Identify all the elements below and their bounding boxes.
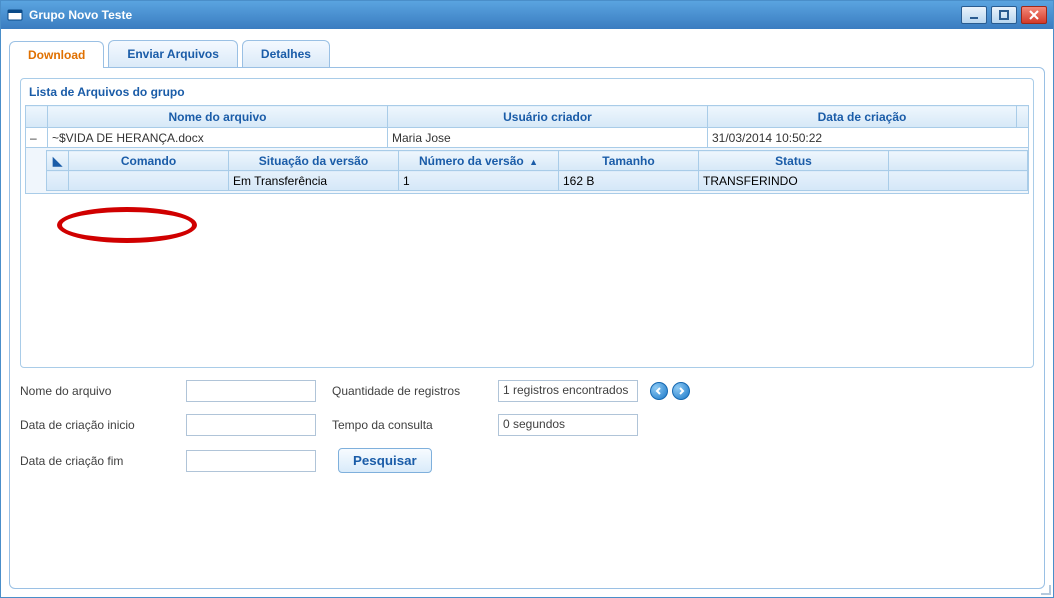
- collapse-icon[interactable]: –: [26, 128, 48, 148]
- col-spacer: [1017, 106, 1029, 128]
- cell-tamanho: 162 B: [559, 171, 699, 191]
- tab-download[interactable]: Download: [9, 41, 104, 68]
- cell-usuario: Maria Jose: [388, 128, 708, 148]
- inner-expander-cell[interactable]: [47, 171, 69, 191]
- col-data-criacao[interactable]: Data de criação: [708, 106, 1017, 128]
- resize-handle[interactable]: [1038, 582, 1052, 596]
- col-inner-spacer: [889, 151, 1028, 171]
- label-data-fim: Data de criação fim: [20, 454, 180, 468]
- pesquisar-button[interactable]: Pesquisar: [338, 448, 432, 473]
- inner-grid-wrap: ◣ Comando Situação da versão Número da v…: [25, 148, 1029, 194]
- input-nome-arquivo[interactable]: [186, 380, 316, 402]
- search-row-1: Nome do arquivo Quantidade de registros …: [20, 380, 1034, 402]
- col-status[interactable]: Status: [699, 151, 889, 171]
- col-nome-arquivo[interactable]: Nome do arquivo: [48, 106, 388, 128]
- cell-numero: 1: [399, 171, 559, 191]
- maximize-button[interactable]: [991, 6, 1017, 24]
- inner-expander-header: ◣: [47, 151, 69, 171]
- close-button[interactable]: [1021, 6, 1047, 24]
- label-nome-arquivo: Nome do arquivo: [20, 384, 180, 398]
- col-situacao-versao[interactable]: Situação da versão: [229, 151, 399, 171]
- display-qtd-registros: 1 registros encontrados: [498, 380, 638, 402]
- body-area: Download Enviar Arquivos Detalhes Lista …: [1, 29, 1053, 597]
- outer-header-row: Nome do arquivo Usuário criador Data de …: [26, 106, 1029, 128]
- group-lista-arquivos: Lista de Arquivos do grupo Nome do arqui…: [20, 78, 1034, 368]
- prev-page-button[interactable]: [650, 382, 668, 400]
- inner-grid: ◣ Comando Situação da versão Número da v…: [46, 150, 1028, 191]
- col-tamanho[interactable]: Tamanho: [559, 151, 699, 171]
- cell-data: 31/03/2014 10:50:22: [708, 128, 1029, 148]
- input-data-fim[interactable]: [186, 450, 316, 472]
- search-row-3: Data de criação fim Pesquisar: [20, 448, 1034, 473]
- tab-detalhes[interactable]: Detalhes: [242, 40, 330, 67]
- col-usuario-criador[interactable]: Usuário criador: [388, 106, 708, 128]
- label-qtd-registros: Quantidade de registros: [332, 384, 492, 398]
- window-title: Grupo Novo Teste: [29, 8, 961, 22]
- col-numero-versao-label: Número da versão: [419, 154, 524, 168]
- expander-header: [26, 106, 48, 128]
- display-tempo-consulta: 0 segundos: [498, 414, 638, 436]
- next-page-button[interactable]: [672, 382, 690, 400]
- input-data-inicio[interactable]: [186, 414, 316, 436]
- table-row[interactable]: – ~$VIDA DE HERANÇA.docx Maria Jose 31/0…: [26, 128, 1029, 148]
- group-title: Lista de Arquivos do grupo: [25, 83, 1029, 105]
- outer-grid: Nome do arquivo Usuário criador Data de …: [25, 105, 1029, 148]
- inner-header-row: ◣ Comando Situação da versão Número da v…: [47, 151, 1028, 171]
- cell-nome: ~$VIDA DE HERANÇA.docx: [48, 128, 388, 148]
- col-comando[interactable]: Comando: [69, 151, 229, 171]
- app-icon: [7, 7, 23, 23]
- label-data-inicio: Data de criação inicio: [20, 418, 180, 432]
- tab-enviar-arquivos[interactable]: Enviar Arquivos: [108, 40, 238, 67]
- app-window: Grupo Novo Teste Download Enviar Arquivo…: [0, 0, 1054, 598]
- cell-comando: [69, 171, 229, 191]
- inner-table-row[interactable]: Em Transferência 1 162 B TRANSFERINDO: [47, 171, 1028, 191]
- minimize-button[interactable]: [961, 6, 987, 24]
- cell-status: TRANSFERINDO: [699, 171, 889, 191]
- cell-situacao: Em Transferência: [229, 171, 399, 191]
- sort-asc-icon: ▲: [529, 157, 538, 167]
- cell-inner-spacer: [889, 171, 1028, 191]
- tabs: Download Enviar Arquivos Detalhes: [9, 37, 1045, 67]
- col-numero-versao[interactable]: Número da versão ▲: [399, 151, 559, 171]
- label-tempo-consulta: Tempo da consulta: [332, 418, 492, 432]
- titlebar[interactable]: Grupo Novo Teste: [1, 1, 1053, 29]
- tab-panel-download: Lista de Arquivos do grupo Nome do arqui…: [9, 67, 1045, 589]
- search-row-2: Data de criação inicio Tempo da consulta…: [20, 414, 1034, 436]
